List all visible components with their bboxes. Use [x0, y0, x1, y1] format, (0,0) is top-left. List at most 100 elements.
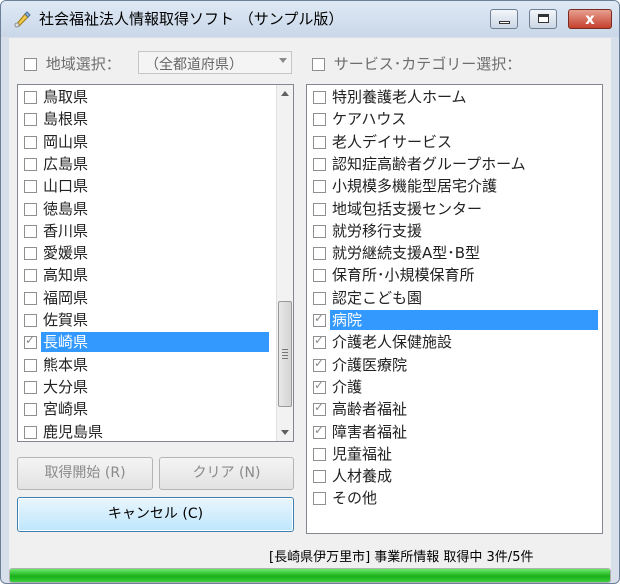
checked-checkbox-icon[interactable] — [313, 378, 326, 394]
minimize-button[interactable] — [490, 9, 518, 29]
prefecture-scrollbar[interactable] — [276, 85, 293, 441]
service-item[interactable]: その他 — [309, 488, 379, 510]
service-item[interactable]: 障害者福祉 — [309, 422, 409, 444]
prefecture-item[interactable]: 島根県 — [20, 109, 90, 131]
prefecture-item[interactable]: 広島県 — [20, 154, 90, 176]
prefecture-item[interactable]: 山口県 — [20, 176, 90, 198]
service-item-label: 就労移行支援 — [332, 221, 423, 240]
service-item-label: ケアハウス — [332, 110, 407, 129]
checkbox-icon[interactable] — [24, 269, 37, 283]
service-item[interactable]: ケアハウス — [309, 109, 408, 131]
prefecture-item[interactable]: 香川県 — [20, 221, 90, 243]
checked-checkbox-icon[interactable] — [313, 333, 326, 350]
start-button[interactable]: 取得開始 (R) — [17, 457, 153, 490]
service-item-label: 障害者福祉 — [332, 422, 408, 441]
prefecture-item-label: 熊本県 — [43, 355, 89, 374]
checked-checkbox-icon[interactable] — [313, 423, 326, 439]
checkbox-icon[interactable] — [24, 247, 37, 261]
service-item[interactable]: 保育所･小規模保育所 — [309, 265, 477, 287]
service-item[interactable]: 介護 — [309, 377, 364, 399]
checked-checkbox-icon[interactable] — [313, 400, 326, 417]
checkbox-icon[interactable] — [313, 224, 326, 238]
checkbox-icon[interactable] — [24, 224, 37, 238]
checkbox-icon[interactable] — [313, 247, 326, 261]
checkbox-icon[interactable] — [24, 202, 37, 216]
prefecture-item[interactable]: 熊本県 — [20, 355, 90, 377]
clear-button[interactable]: クリア (N) — [159, 457, 294, 490]
service-item[interactable]: 老人デイサービス — [309, 132, 454, 154]
checkbox-icon[interactable] — [313, 180, 326, 194]
checkbox-icon[interactable] — [24, 135, 37, 149]
prefecture-item[interactable]: 大分県 — [20, 377, 90, 399]
prefecture-item-label: 大分県 — [43, 377, 89, 396]
region-select-checkbox[interactable]: 地域選択： — [24, 53, 121, 74]
close-button[interactable]: x — [568, 9, 612, 29]
prefecture-item-label: 愛媛県 — [43, 244, 89, 263]
checkbox-icon[interactable] — [313, 91, 326, 104]
checkbox-icon[interactable] — [313, 269, 326, 283]
prefecture-item[interactable]: 宮崎県 — [20, 399, 90, 421]
checkbox-icon[interactable] — [313, 291, 326, 305]
prefecture-item[interactable]: 徳島県 — [20, 199, 90, 221]
progress-bar — [9, 568, 611, 583]
service-item[interactable]: 認定こども園 — [309, 288, 424, 310]
checkbox-icon[interactable] — [313, 470, 326, 484]
checkbox-icon[interactable] — [313, 135, 326, 149]
service-list[interactable]: 特別養護老人ホーム ケアハウス老人デイサービス 認知症高齢者グループホーム 小規模多機… — [306, 84, 603, 534]
service-item[interactable]: 就労継続支援A型･B型 — [309, 243, 482, 265]
scroll-thumb[interactable] — [278, 301, 292, 407]
checkbox-icon[interactable] — [24, 403, 37, 417]
title-bar[interactable]: 社会福祉法人情報取得ソフト （サンプル版） x — [1, 1, 619, 37]
prefecture-item[interactable]: 佐賀県 — [20, 310, 90, 332]
prefecture-item[interactable]: 長崎県 — [20, 332, 269, 354]
prefecture-item[interactable]: 鹿児島県 — [20, 422, 105, 442]
prefecture-item-label: 佐賀県 — [43, 311, 89, 329]
cancel-button[interactable]: キャンセル (C) — [17, 497, 294, 532]
checked-checkbox-icon[interactable] — [313, 311, 326, 327]
checkbox-icon[interactable] — [313, 202, 326, 216]
scroll-up-icon[interactable] — [281, 91, 289, 96]
checkbox-icon[interactable] — [313, 447, 326, 461]
checkbox-icon[interactable] — [313, 492, 326, 506]
prefecture-item-label: 福岡県 — [43, 288, 89, 307]
service-item[interactable]: 小規模多機能型居宅介護 — [309, 176, 499, 198]
checkbox-icon[interactable] — [24, 180, 37, 194]
service-item[interactable]: 特別養護老人ホーム — [309, 87, 469, 109]
service-item[interactable]: 人材養成 — [309, 466, 394, 488]
checkbox-icon[interactable] — [24, 291, 37, 305]
service-select-checkbox[interactable]: サービス･カテゴリー選択： — [312, 53, 521, 74]
status-text: [長崎県伊万里市] 事業所情報 取得中 3件/5件 — [269, 550, 534, 565]
checkbox-icon[interactable] — [24, 314, 37, 327]
checkbox-icon[interactable] — [313, 157, 326, 171]
checkbox-icon[interactable] — [24, 157, 37, 171]
checked-checkbox-icon[interactable] — [24, 333, 37, 350]
prefecture-item[interactable]: 鳥取県 — [20, 87, 90, 109]
service-item[interactable]: 認知症高齢者グループホーム — [309, 154, 528, 176]
checkbox-icon[interactable] — [24, 91, 37, 104]
service-item[interactable]: 病院 — [309, 310, 598, 332]
service-item[interactable]: 地域包括支援センター — [309, 199, 484, 221]
prefecture-item[interactable]: 福岡県 — [20, 288, 90, 310]
service-item[interactable]: 介護老人保健施設 — [309, 332, 454, 354]
checkbox-icon[interactable] — [24, 380, 37, 394]
region-combo[interactable]: （全都道府県） — [138, 51, 292, 74]
minimize-icon — [499, 21, 510, 24]
chevron-down-icon — [279, 58, 287, 63]
prefecture-item[interactable]: 岡山県 — [20, 132, 90, 154]
maximize-button[interactable] — [529, 9, 557, 29]
checkbox-icon[interactable] — [313, 113, 326, 127]
prefecture-item[interactable]: 高知県 — [20, 265, 90, 287]
service-item[interactable]: 介護医療院 — [309, 355, 409, 377]
prefecture-item[interactable]: 愛媛県 — [20, 243, 90, 265]
prefecture-list[interactable]: 鳥取県島根県岡山県広島県山口県徳島県香川県愛媛県高知県福岡県佐賀県長崎県熊本県大… — [17, 84, 294, 442]
checkbox-icon — [312, 58, 325, 71]
scroll-down-icon[interactable] — [281, 430, 289, 435]
service-item[interactable]: 児童福祉 — [309, 444, 394, 466]
service-item[interactable]: 高齢者福祉 — [309, 399, 409, 421]
checkbox-icon[interactable] — [24, 358, 37, 372]
checked-checkbox-icon[interactable] — [313, 356, 326, 372]
main-panel: 地域選択： （全都道府県） サービス･カテゴリー選択： 鳥取県 島根県 岡山県 … — [9, 38, 611, 583]
checkbox-icon[interactable] — [24, 113, 37, 127]
service-item[interactable]: 就労移行支援 — [309, 221, 424, 243]
checkbox-icon[interactable] — [24, 425, 37, 439]
